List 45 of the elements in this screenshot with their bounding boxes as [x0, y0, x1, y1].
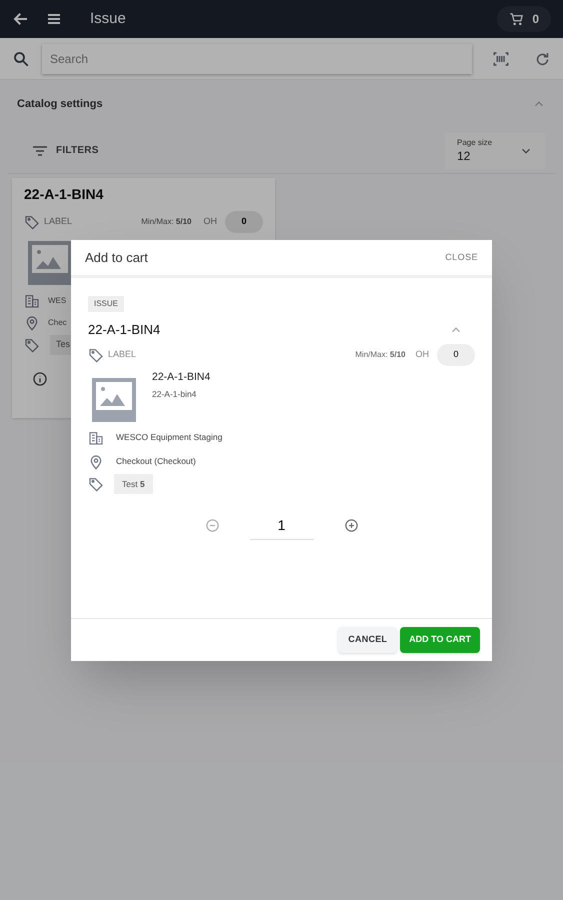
tag-icon: [24, 214, 40, 230]
on-hand-label: OH: [204, 215, 217, 228]
refresh-icon[interactable]: [534, 50, 551, 68]
page-title: Issue: [90, 8, 126, 29]
product-code: 22-A-1-bin4: [152, 388, 198, 401]
location-pin-icon: [88, 454, 104, 470]
detail-text: Chec: [48, 317, 67, 329]
location-pin-icon: [24, 315, 40, 331]
search-field[interactable]: Search: [42, 44, 472, 74]
menu-icon[interactable]: [46, 11, 62, 27]
detail-text: Checkout (Checkout): [116, 455, 196, 468]
dialog-title: Add to cart: [85, 248, 148, 267]
cart-button[interactable]: 0: [497, 6, 551, 32]
min-max-text: Min/Max: 5/10: [141, 216, 192, 228]
on-hand-count: 0: [225, 211, 263, 233]
on-hand-label: OH: [416, 348, 429, 361]
product-name: 22-A-1-BIN4: [152, 370, 210, 384]
cart-count: 0: [532, 11, 539, 28]
cancel-button[interactable]: CANCEL: [338, 627, 398, 653]
info-icon[interactable]: [32, 370, 48, 386]
close-button[interactable]: CLOSE: [445, 250, 478, 264]
tag-icon: [88, 346, 104, 362]
section-title: Catalog settings: [17, 96, 103, 112]
building-icon: [24, 293, 40, 309]
on-hand-count: 0: [437, 344, 475, 366]
detail-text: WESCO Equipment Staging: [116, 431, 222, 444]
tag-icon: [88, 476, 104, 492]
image-placeholder-icon: [92, 378, 136, 422]
increment-icon[interactable]: [344, 518, 358, 533]
min-max-text: Min/Max: 5/10: [355, 348, 406, 360]
detail-text: WES: [48, 295, 66, 307]
filters-button[interactable]: FILTERS: [32, 143, 99, 158]
item-title: 22-A-1-BIN4: [24, 185, 104, 204]
filter-icon: [32, 144, 48, 156]
tag-icon: [24, 336, 40, 353]
building-icon: [88, 430, 104, 446]
cart-icon: [509, 12, 524, 26]
label-text: LABEL: [44, 215, 72, 228]
page-size-select[interactable]: Page size 12: [445, 132, 545, 168]
label-text: LABEL: [108, 348, 136, 361]
issue-badge: ISSUE: [88, 296, 124, 312]
tag-chip: Test 5: [114, 474, 153, 494]
search-icon[interactable]: [12, 50, 30, 68]
item-title: 22-A-1-BIN4: [88, 321, 160, 339]
barcode-scan-icon[interactable]: [492, 50, 510, 68]
